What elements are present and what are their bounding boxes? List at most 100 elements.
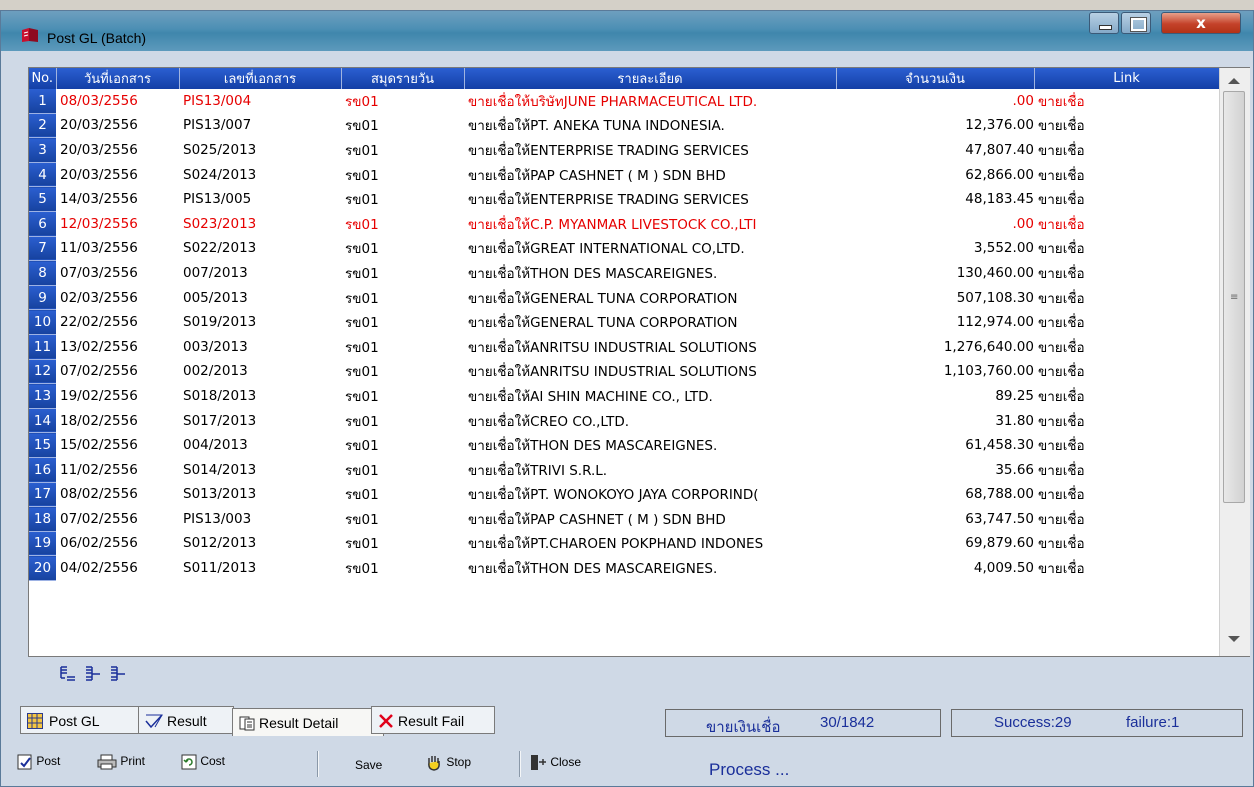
col-header-journal[interactable]: สมุดรายวัน [341,68,465,89]
doc-date-cell: 02/03/2556 [60,289,138,306]
progress-count: 30/1842 [820,714,875,731]
close-button[interactable]: Close [529,754,581,776]
row-number: 19 [29,531,56,557]
row-number: 17 [29,482,56,508]
printer-icon [97,754,117,770]
table-row[interactable]: 5 14/03/2556 PIS13/005 รข01 ขายเชื่อให้ENTER… [29,186,1219,212]
link-cell: ขายเชื่อ [1038,364,1085,381]
doc-date-cell: 20/03/2556 [60,141,138,158]
doc-date-cell: 07/02/2556 [60,510,138,527]
col-header-amount[interactable]: จำนวนเงิน [836,68,1035,89]
amount-cell: 112,974.00 [956,314,1034,331]
success-count: Success:29 [994,714,1072,731]
amount-cell: 4,009.50 [973,560,1034,577]
amount-cell: 130,460.00 [956,264,1034,281]
description-cell: ขายเชื่อให้ANRITSU INDUSTRIAL SOLUTIONS [468,364,757,381]
close-window-button[interactable]: x [1161,12,1241,34]
tab-post-gl[interactable]: Post GL [20,706,140,734]
link-cell: ขายเชื่อ [1038,265,1085,282]
journal-cell: รข01 [345,438,379,455]
table-row[interactable]: 16 11/02/2556 S014/2013 รข01 ขายเชื่อให้TRIV… [29,457,1219,483]
table-row[interactable]: 17 08/02/2556 S013/2013 รข01 ขายเชื่อให้PT. … [29,482,1219,508]
row-number: 5 [29,186,56,212]
post-button[interactable]: Post [17,754,60,776]
minimize-button[interactable] [1089,12,1119,34]
amount-cell: 69,879.60 [965,535,1034,552]
post-label: Post [36,754,61,769]
error-x-icon [379,714,393,728]
table-row[interactable]: 3 20/03/2556 S025/2013 รข01 ขายเชื่อให้ENTER… [29,137,1219,163]
doc-date-cell: 15/02/2556 [60,437,138,454]
amount-cell: 47,807.40 [965,141,1034,158]
refresh-icon [181,754,197,770]
table-row[interactable]: 6 12/03/2556 S023/2013 รข01 ขายเชื่อให้C.P. … [29,211,1219,237]
link-cell: ขายเชื่อ [1038,339,1085,356]
col-header-description[interactable]: รายละเอียด [464,68,837,89]
table-row[interactable]: 8 07/03/2556 007/2013 รข01 ขายเชื่อให้THON D… [29,260,1219,286]
table-row[interactable]: 9 02/03/2556 005/2013 รข01 ขายเชื่อให้GENERA… [29,285,1219,311]
col-header-link[interactable]: Link [1034,68,1220,89]
scroll-down-arrow-icon[interactable] [1228,636,1240,642]
row-number: 8 [29,260,56,286]
table-row[interactable]: 7 11/03/2556 S022/2013 รข01 ขายเชื่อให้GREAT… [29,236,1219,262]
tab-result-detail[interactable]: Result Detail [232,708,384,736]
tab-result[interactable]: Result [138,706,234,734]
table-header-row: No. วันที่เอกสาร เลขที่เอกสาร สมุดรายวัน… [29,68,1220,89]
table-row[interactable]: 12 07/02/2556 002/2013 รข01 ขายเชื่อให้ANRIT… [29,359,1219,385]
link-cell: ขายเชื่อ [1038,438,1085,455]
print-button[interactable]: Print [97,754,145,776]
vertical-scrollbar[interactable]: ≡ [1219,68,1250,656]
description-cell: ขายเชื่อให้ENTERPRISE TRADING SERVICES [468,142,749,159]
scroll-thumb[interactable]: ≡ [1223,91,1245,503]
table-row[interactable]: 20 04/02/2556 S011/2013 รข01 ขายเชื่อให้THON… [29,555,1219,581]
doc-number-cell: 007/2013 [183,264,248,281]
col-header-doc-no[interactable]: เลขที่เอกสาร [179,68,342,89]
result-grid[interactable]: No. วันที่เอกสาร เลขที่เอกสาร สมุดรายวัน… [28,67,1250,657]
table-row[interactable]: 10 22/02/2556 S019/2013 รข01 ขายเชื่อให้GENE… [29,309,1219,335]
journal-cell: รข01 [345,290,379,307]
doc-date-cell: 08/02/2556 [60,486,138,503]
post-gl-batch-window: Post GL (Batch) x No. วันที่เอกสาร เลขที… [0,10,1254,787]
table-row[interactable]: 18 07/02/2556 PIS13/003 รข01 ขายเชื่อให้PAP … [29,506,1219,532]
link-cell: ขายเชื่อ [1038,118,1085,135]
table-row[interactable]: 13 19/02/2556 S018/2013 รข01 ขายเชื่อให้AI S… [29,383,1219,409]
row-number: 2 [29,113,56,139]
scroll-up-arrow-icon[interactable] [1228,78,1240,84]
table-row[interactable]: 15 15/02/2556 004/2013 รข01 ขายเชื่อให้THON … [29,432,1219,458]
table-row[interactable]: 14 18/02/2556 S017/2013 รข01 ขายเชื่อให้CREO… [29,408,1219,434]
col-header-no[interactable]: No. [29,68,57,89]
title-bar[interactable]: Post GL (Batch) x [1,11,1253,51]
col-header-date[interactable]: วันที่เอกสาร [56,68,180,89]
tree-view-icon[interactable] [109,665,127,683]
link-cell: ขายเชื่อ [1038,167,1085,184]
doc-number-cell: S013/2013 [183,486,257,503]
stop-button[interactable]: Stop [425,754,471,776]
print-label: Print [120,754,146,769]
doc-date-cell: 04/02/2556 [60,560,138,577]
journal-cell: รข01 [345,241,379,258]
description-cell: ขายเชื่อให้AI SHIN MACHINE CO., LTD. [468,388,713,405]
journal-cell: รข01 [345,118,379,135]
bottom-toolbar: Post Print Cost Save Stop Close Process … [1,746,1253,786]
table-row[interactable]: 1 08/03/2556 PIS13/004 รข01 ขายเชื่อให้บริษั… [29,89,1219,114]
doc-date-cell: 22/02/2556 [60,314,138,331]
link-cell: ขายเชื่อ [1038,462,1085,479]
table-row[interactable]: 19 06/02/2556 S012/2013 รข01 ขายเชื่อให้PT.C… [29,531,1219,557]
collapse-tree-icon[interactable] [59,665,77,683]
cost-button[interactable]: Cost [181,754,225,776]
doc-number-cell: S011/2013 [183,560,257,577]
save-button[interactable]: Save [355,758,382,780]
link-cell: ขายเชื่อ [1038,388,1085,405]
table-row[interactable]: 11 13/02/2556 003/2013 รข01 ขายเชื่อให้ANRIT… [29,334,1219,360]
expand-tree-icon[interactable] [84,665,102,683]
tab-result-fail[interactable]: Result Fail [371,706,495,734]
table-row[interactable]: 2 20/03/2556 PIS13/007 รข01 ขายเชื่อให้PT. A… [29,113,1219,139]
row-number: 4 [29,162,56,188]
row-number: 7 [29,236,56,262]
description-cell: ขายเชื่อให้PAP CASHNET ( M ) SDN BHD [468,167,726,184]
maximize-button[interactable] [1121,12,1151,34]
toolbar-separator [519,751,521,777]
amount-cell: .00 [1012,93,1034,110]
document-icon [239,716,255,731]
table-row[interactable]: 4 20/03/2556 S024/2013 รข01 ขายเชื่อให้PAP C… [29,162,1219,188]
